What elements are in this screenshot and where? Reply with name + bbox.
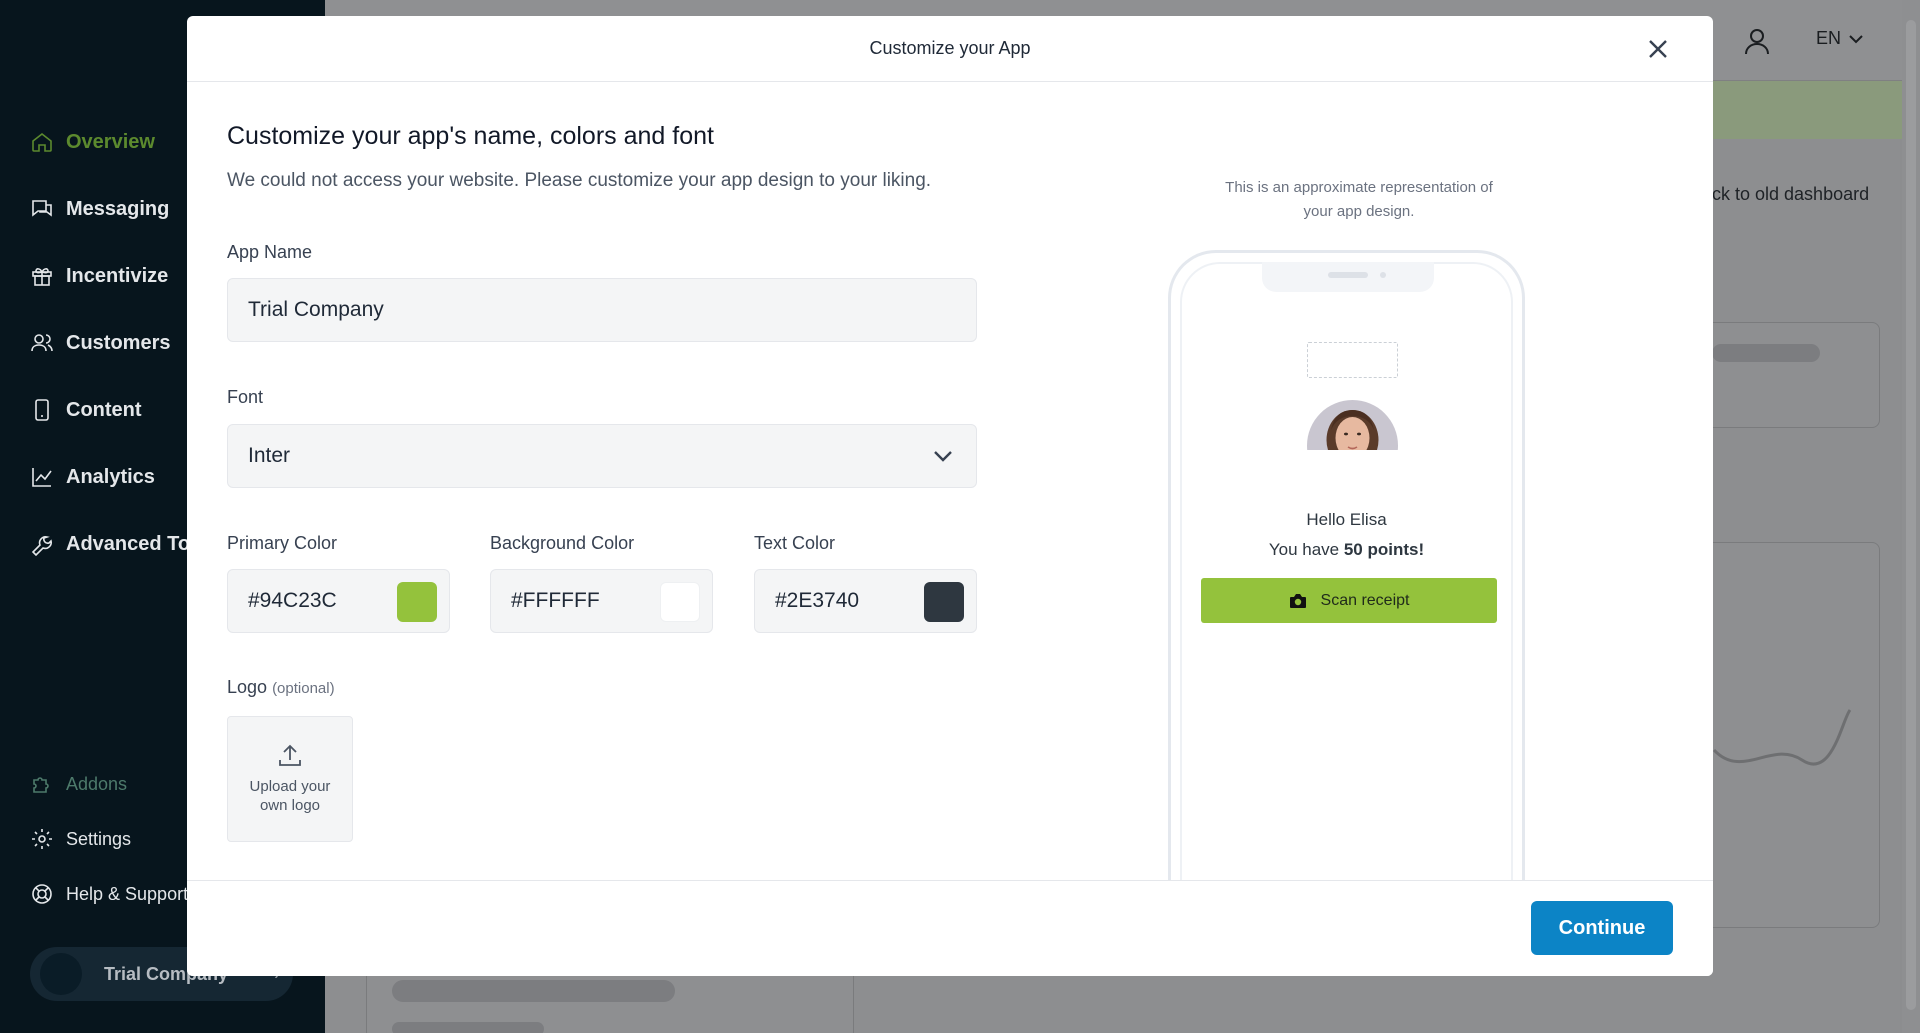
chevron-down-icon bbox=[932, 445, 954, 467]
sidebar-item-label: Analytics bbox=[66, 465, 155, 488]
language-selector[interactable]: EN bbox=[1816, 28, 1863, 49]
preview-note-line2: your app design. bbox=[1303, 203, 1415, 220]
user-icon[interactable] bbox=[1742, 26, 1772, 56]
skeleton-bar bbox=[392, 980, 675, 1002]
background-color-value: #FFFFFF bbox=[511, 589, 600, 612]
customize-app-modal: Customize your App Customize your app's … bbox=[187, 16, 1713, 976]
sidebar-item-overview[interactable]: Overview bbox=[30, 130, 155, 154]
sidebar-item-label: Advanced To bbox=[66, 532, 191, 555]
phone-preview: Hello Elisa You have 50 points! Scan rec… bbox=[1168, 250, 1525, 950]
background-color-label: Background Color bbox=[490, 533, 635, 553]
scan-receipt-label: Scan receipt bbox=[1320, 591, 1410, 609]
modal-title: Customize your App bbox=[869, 38, 1031, 58]
points-prefix: You have bbox=[1268, 540, 1344, 559]
chat-icon bbox=[32, 200, 52, 217]
phone-notch bbox=[1262, 262, 1434, 292]
sidebar-item-content[interactable]: Content bbox=[30, 398, 142, 422]
text-color-swatch[interactable] bbox=[924, 582, 964, 622]
text-color-value: #2E3740 bbox=[775, 589, 860, 612]
page-scrollbar[interactable] bbox=[1902, 0, 1920, 1033]
chevron-down-icon bbox=[1849, 34, 1863, 43]
skeleton-bar bbox=[392, 1022, 544, 1033]
sidebar-item-label: Incentivize bbox=[66, 264, 169, 287]
puzzle-icon bbox=[33, 777, 49, 793]
app-name-input[interactable]: Trial Company bbox=[227, 278, 977, 342]
background-color-swatch[interactable] bbox=[660, 582, 700, 622]
logo-label: Logo (optional) bbox=[227, 677, 335, 698]
sidebar-item-label: Messaging bbox=[66, 197, 170, 220]
sidebar-item-addons[interactable]: Addons bbox=[30, 772, 127, 796]
gift-icon bbox=[32, 268, 52, 286]
users-icon bbox=[31, 334, 53, 352]
skeleton-bar bbox=[1712, 344, 1820, 362]
preview-note-line1: This is an approximate representation of bbox=[1225, 179, 1493, 196]
preview-points: You have 50 points! bbox=[1182, 540, 1511, 560]
page-subheading: We could not access your website. Please… bbox=[227, 170, 932, 191]
primary-color-value: #94C23C bbox=[248, 589, 337, 612]
sidebar-item-label: Help & Support bbox=[66, 883, 189, 904]
chart-icon bbox=[32, 468, 52, 487]
font-label: Font bbox=[227, 387, 264, 407]
phone-icon bbox=[35, 399, 49, 421]
app-name-label: App Name bbox=[227, 242, 313, 262]
background-card bbox=[1690, 322, 1880, 428]
logo-label-text: Logo bbox=[227, 677, 268, 697]
scrollbar-thumb[interactable] bbox=[1906, 20, 1916, 1010]
primary-color-label: Primary Color bbox=[227, 533, 338, 553]
primary-color-swatch[interactable] bbox=[397, 582, 437, 622]
font-select[interactable]: Inter bbox=[227, 424, 977, 488]
upload-icon bbox=[279, 744, 301, 766]
camera-icon bbox=[1289, 593, 1306, 608]
language-label: EN bbox=[1816, 28, 1842, 48]
preview-scan-receipt-button: Scan receipt bbox=[1201, 578, 1497, 623]
modal-header: Customize your App bbox=[187, 16, 1713, 82]
close-icon bbox=[1649, 40, 1667, 58]
phone-screen: Hello Elisa You have 50 points! Scan rec… bbox=[1180, 262, 1513, 950]
close-button[interactable] bbox=[1645, 36, 1671, 62]
phone-speaker bbox=[1328, 272, 1368, 278]
preview-note: This is an approximate representation of… bbox=[1187, 176, 1531, 224]
preview-avatar bbox=[1307, 400, 1398, 450]
primary-color-input[interactable]: #94C23C bbox=[227, 569, 450, 633]
app-name-value: Trial Company bbox=[248, 298, 384, 321]
text-color-label: Text Color bbox=[754, 533, 836, 553]
text-color-input[interactable]: #2E3740 bbox=[754, 569, 977, 633]
background-sparkline bbox=[1712, 709, 1852, 766]
sidebar-item-label: Overview bbox=[66, 130, 155, 153]
home-icon bbox=[32, 132, 52, 152]
lifebuoy-icon bbox=[32, 884, 52, 904]
sidebar-item-advanced-tools[interactable]: Advanced To bbox=[30, 532, 190, 556]
sidebar-item-label: Addons bbox=[66, 773, 128, 794]
company-avatar bbox=[40, 953, 82, 995]
sidebar-item-label: Settings bbox=[66, 828, 132, 849]
old-dashboard-link[interactable]: ck to old dashboard bbox=[1712, 184, 1869, 205]
gear-icon bbox=[32, 829, 52, 849]
points-value: 50 points! bbox=[1343, 540, 1425, 559]
logo-upload-dropzone[interactable]: Upload your own logo bbox=[227, 716, 353, 842]
logo-upload-label: Upload your own logo bbox=[250, 777, 331, 815]
page-heading: Customize your app's name, colors and fo… bbox=[227, 122, 714, 150]
sidebar-item-label: Customers bbox=[66, 331, 171, 354]
sidebar-item-label: Content bbox=[66, 398, 142, 421]
wrench-icon bbox=[31, 536, 52, 556]
sidebar-item-analytics[interactable]: Analytics bbox=[30, 465, 155, 489]
background-color-input[interactable]: #FFFFFF bbox=[490, 569, 713, 633]
modal-footer: Continue bbox=[187, 880, 1713, 976]
preview-greeting: Hello Elisa bbox=[1306, 510, 1387, 529]
sidebar-item-help-support[interactable]: Help & Support bbox=[30, 882, 188, 906]
sidebar-item-messaging[interactable]: Messaging bbox=[30, 197, 169, 221]
phone-camera bbox=[1380, 272, 1386, 278]
logo-upload-line2: own logo bbox=[259, 797, 321, 814]
sidebar-item-incentivize[interactable]: Incentivize bbox=[30, 264, 168, 288]
logo-upload-line1: Upload your bbox=[249, 778, 331, 795]
preview-logo-placeholder bbox=[1307, 342, 1398, 378]
continue-button[interactable]: Continue bbox=[1531, 901, 1673, 955]
sidebar-item-customers[interactable]: Customers bbox=[30, 331, 170, 355]
optional-hint: (optional) bbox=[272, 680, 335, 697]
sidebar-item-settings[interactable]: Settings bbox=[30, 827, 131, 851]
font-value: Inter bbox=[248, 444, 291, 467]
